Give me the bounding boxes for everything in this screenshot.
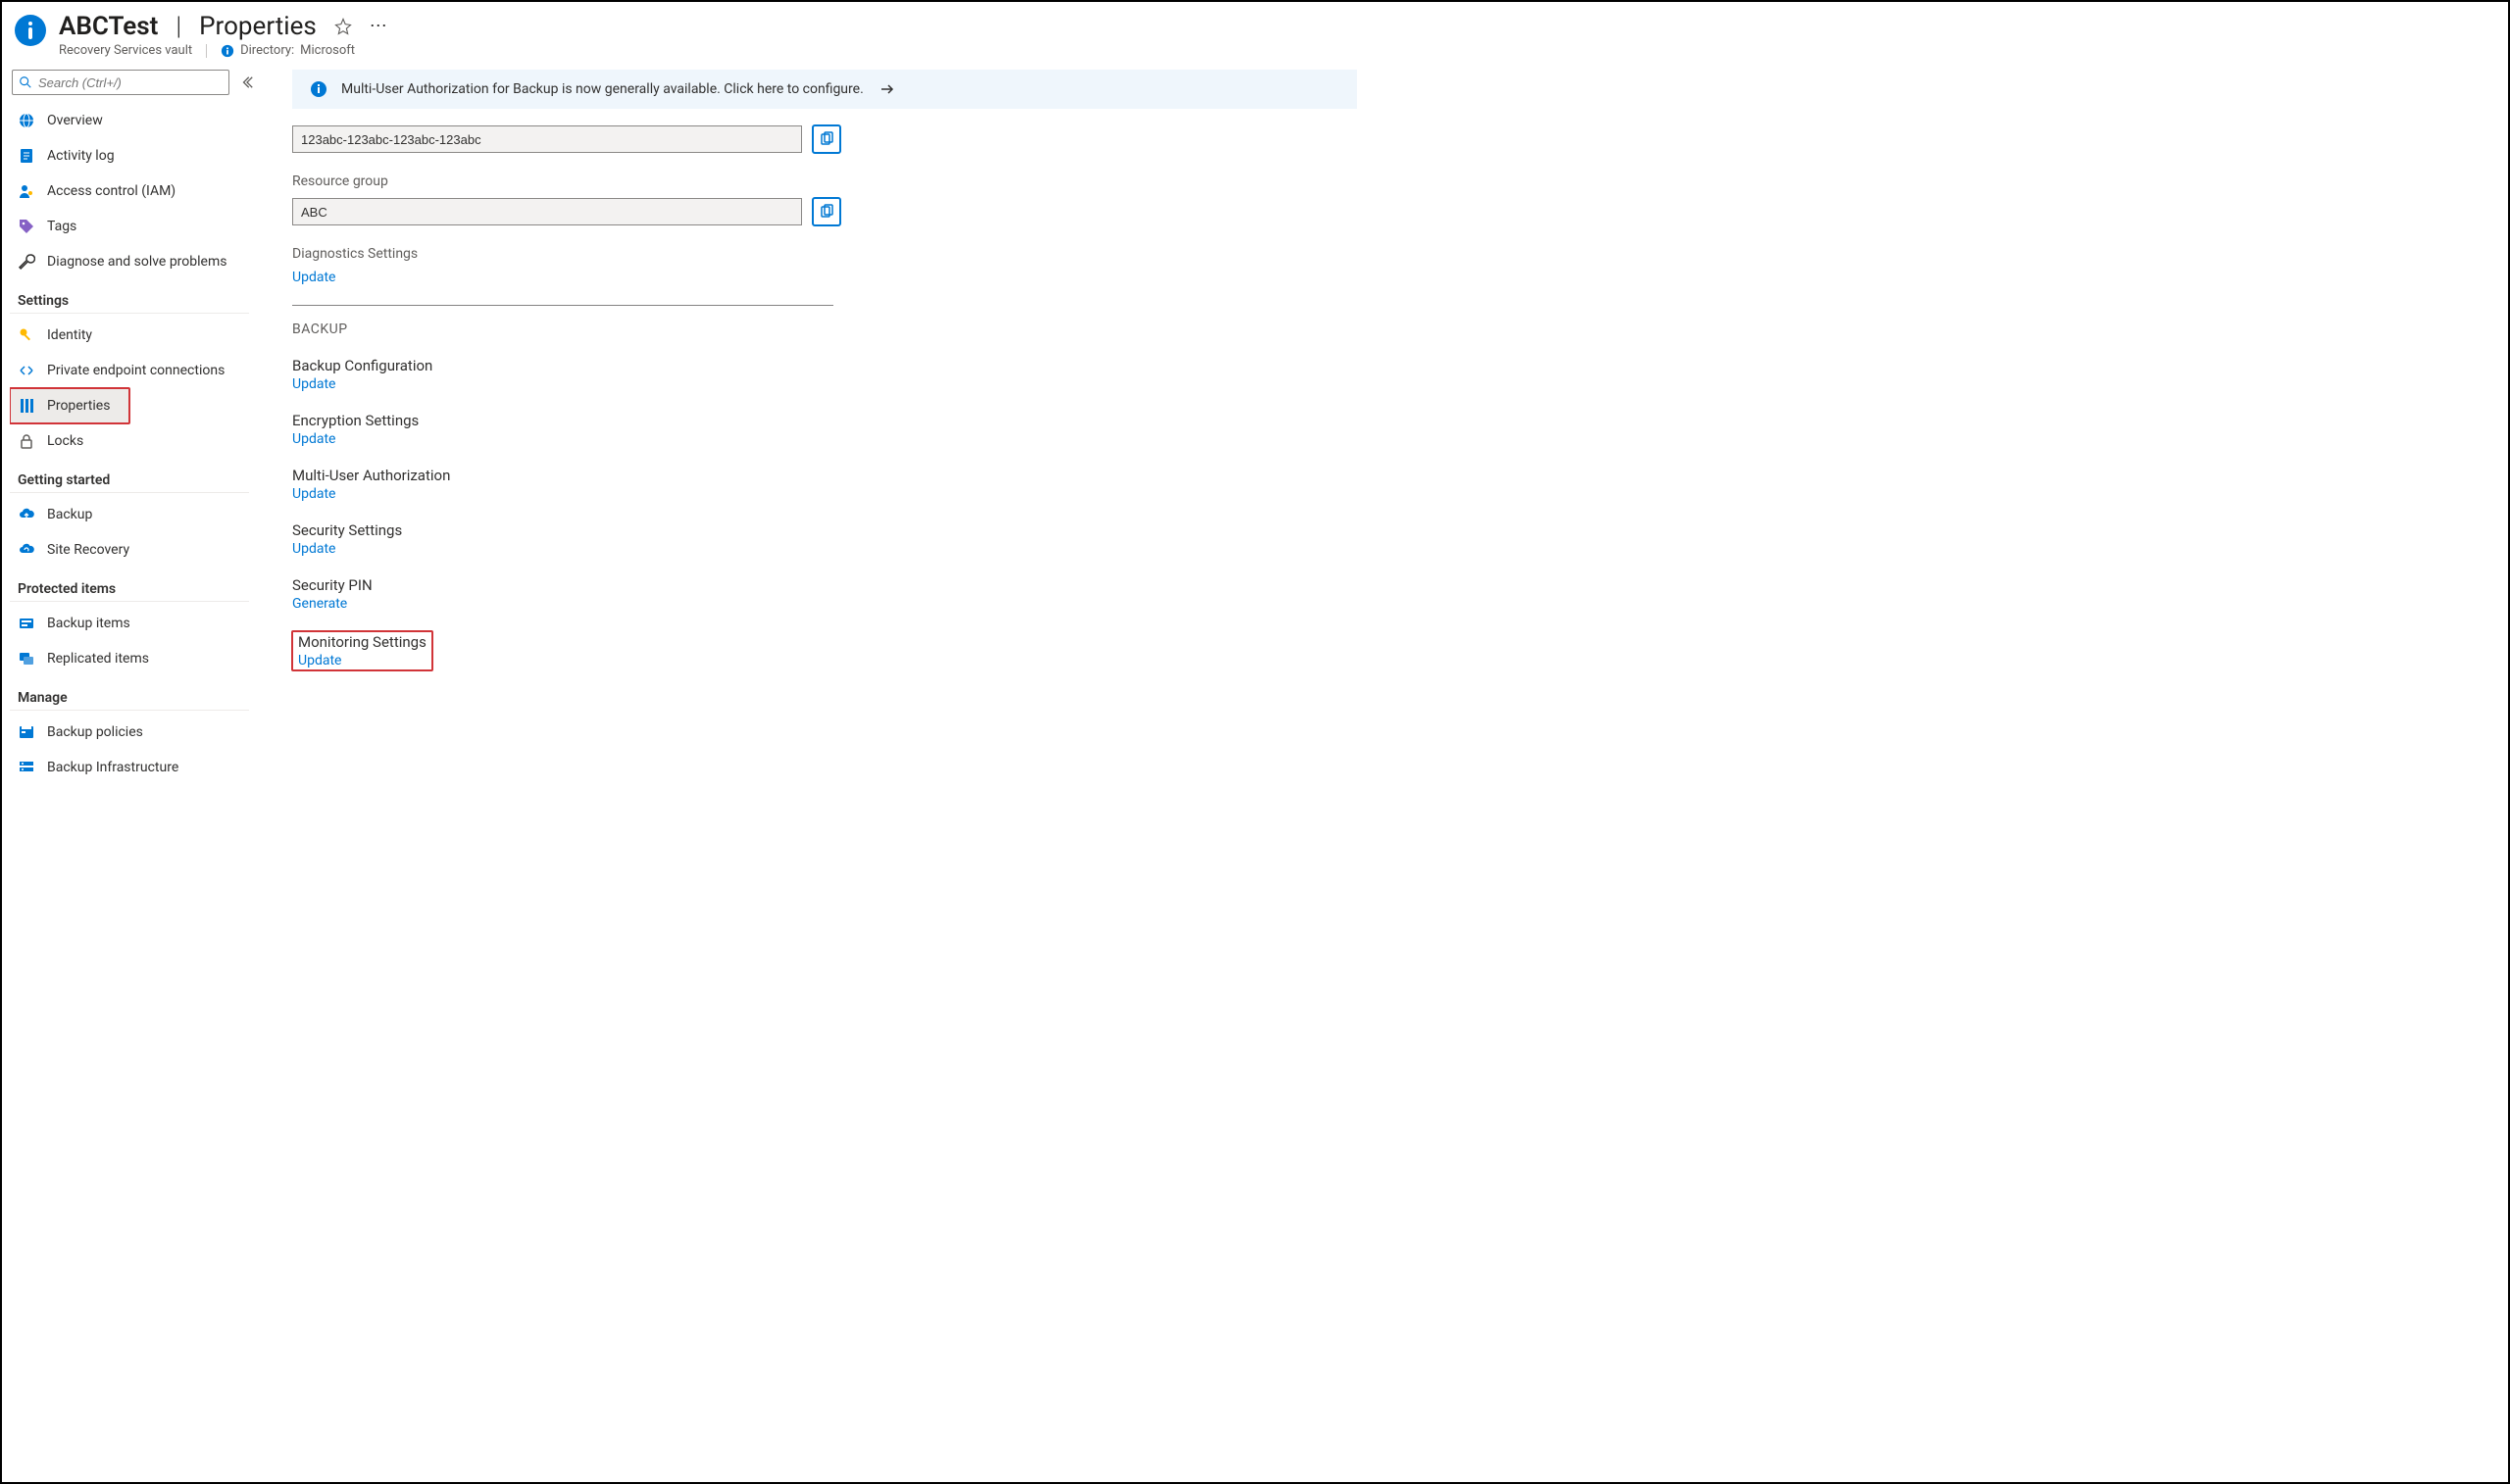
resource-group-row (292, 197, 1357, 226)
sidebar-item-label: Private endpoint connections (47, 363, 225, 378)
infra-icon (18, 759, 35, 776)
sidebar-item-private-endpoint[interactable]: Private endpoint connections (10, 353, 249, 388)
copy-subscription-id-button[interactable] (812, 124, 841, 154)
lock-icon (18, 432, 35, 450)
diagnostics-label: Diagnostics Settings (292, 246, 1357, 262)
sidebar-item-label: Identity (47, 327, 92, 343)
setting-title: Encryption Settings (292, 412, 1357, 429)
setting-security-settings: Security Settings Update (292, 521, 1357, 557)
diagnostics-update-link[interactable]: Update (292, 270, 1357, 285)
update-link[interactable]: Update (292, 541, 1357, 557)
log-icon (18, 147, 35, 165)
resource-group-label: Resource group (292, 173, 1357, 189)
setting-title: Security PIN (292, 576, 1357, 594)
more-actions-icon[interactable]: ⋯ (370, 18, 387, 35)
update-link[interactable]: Update (292, 376, 1357, 392)
sidebar-item-site-recovery[interactable]: Site Recovery (10, 532, 249, 568)
sidebar-item-label: Access control (IAM) (47, 183, 176, 199)
banner-arrow-icon[interactable] (878, 79, 897, 99)
setting-security-pin: Security PIN Generate (292, 576, 1357, 612)
wrench-icon (18, 253, 35, 271)
sidebar-item-label: Site Recovery (47, 542, 129, 558)
update-link[interactable]: Update (292, 431, 1357, 447)
resource-group-input[interactable] (292, 198, 802, 225)
sidebar-item-identity[interactable]: Identity (10, 318, 249, 353)
sidebar-item-backup[interactable]: Backup (10, 497, 249, 532)
resource-type-icon (14, 14, 47, 47)
sidebar-item-locks[interactable]: Locks (10, 423, 249, 459)
sidebar-item-overview[interactable]: Overview (10, 103, 249, 138)
section-divider (292, 305, 833, 306)
main-content: Multi-User Authorization for Backup is n… (265, 64, 1367, 812)
sidebar-item-diagnose[interactable]: Diagnose and solve problems (10, 244, 249, 279)
setting-multi-user-authorization: Multi-User Authorization Update (292, 467, 1357, 502)
sidebar-search[interactable] (12, 70, 229, 95)
divider (206, 44, 207, 58)
subscription-id-row (292, 124, 1357, 154)
setting-encryption-settings: Encryption Settings Update (292, 412, 1357, 447)
replicated-icon (18, 650, 35, 668)
sidebar-item-label: Tags (47, 219, 76, 234)
sidebar-item-backup-infrastructure[interactable]: Backup Infrastructure (10, 750, 249, 785)
cloud-refresh-icon (18, 541, 35, 559)
properties-icon (18, 397, 35, 415)
sidebar-nav[interactable]: Overview Activity log Access control (IA… (10, 103, 257, 812)
sidebar-item-access-control[interactable]: Access control (IAM) (10, 173, 249, 209)
sidebar-item-label: Activity log (47, 148, 115, 164)
sidebar-section-protected: Protected items (10, 568, 249, 602)
copy-resource-group-button[interactable] (812, 197, 841, 226)
sidebar-item-label: Diagnose and solve problems (47, 254, 226, 270)
sidebar-item-replicated-items[interactable]: Replicated items (10, 641, 249, 676)
resource-name: ABCTest (59, 12, 158, 41)
sidebar-item-backup-policies[interactable]: Backup policies (10, 715, 249, 750)
globe-icon (18, 112, 35, 129)
endpoint-icon (18, 362, 35, 379)
setting-title: Security Settings (292, 521, 1357, 539)
collapse-sidebar-icon[interactable] (239, 74, 255, 90)
backup-items-icon (18, 615, 35, 632)
favorite-star-icon[interactable] (334, 18, 352, 35)
cloud-up-icon (18, 506, 35, 523)
setting-monitoring-settings: Monitoring Settings Update (292, 631, 432, 670)
banner-text: Multi-User Authorization for Backup is n… (341, 81, 864, 97)
directory-info[interactable]: Directory: Microsoft (221, 43, 355, 58)
sidebar-item-activity-log[interactable]: Activity log (10, 138, 249, 173)
setting-title: Backup Configuration (292, 357, 1357, 374)
setting-title: Multi-User Authorization (292, 467, 1357, 484)
tag-icon (18, 218, 35, 235)
search-input[interactable] (38, 75, 223, 90)
setting-backup-configuration: Backup Configuration Update (292, 357, 1357, 392)
sidebar-item-properties[interactable]: Properties (10, 388, 129, 423)
info-banner[interactable]: Multi-User Authorization for Backup is n… (292, 70, 1357, 109)
generate-link[interactable]: Generate (292, 596, 1357, 612)
key-icon (18, 326, 35, 344)
iam-icon (18, 182, 35, 200)
sidebar-item-label: Backup policies (47, 724, 143, 740)
update-link[interactable]: Update (292, 486, 1357, 502)
sidebar-item-label: Backup (47, 507, 92, 522)
sidebar-section-getting-started: Getting started (10, 459, 249, 493)
update-link[interactable]: Update (298, 653, 427, 668)
setting-title: Monitoring Settings (298, 633, 427, 651)
sidebar: Overview Activity log Access control (IA… (2, 64, 265, 812)
sidebar-item-label: Backup items (47, 616, 130, 631)
sidebar-item-label: Overview (47, 113, 103, 128)
backup-section-heading: BACKUP (292, 322, 1357, 337)
sidebar-section-settings: Settings (10, 279, 249, 314)
page-header: ABCTest | Properties ⋯ Recovery Services… (2, 2, 1367, 64)
page-title: Properties (199, 12, 317, 41)
sidebar-item-tags[interactable]: Tags (10, 209, 249, 244)
sidebar-item-label: Replicated items (47, 651, 149, 667)
sidebar-item-label: Locks (47, 433, 83, 449)
sidebar-section-manage: Manage (10, 676, 249, 711)
policies-icon (18, 723, 35, 741)
info-icon (310, 80, 327, 98)
subscription-id-input[interactable] (292, 125, 802, 153)
sidebar-item-label: Backup Infrastructure (47, 760, 178, 775)
sidebar-item-backup-items[interactable]: Backup items (10, 606, 249, 641)
resource-type-label: Recovery Services vault (59, 43, 192, 58)
sidebar-item-label: Properties (47, 398, 110, 414)
